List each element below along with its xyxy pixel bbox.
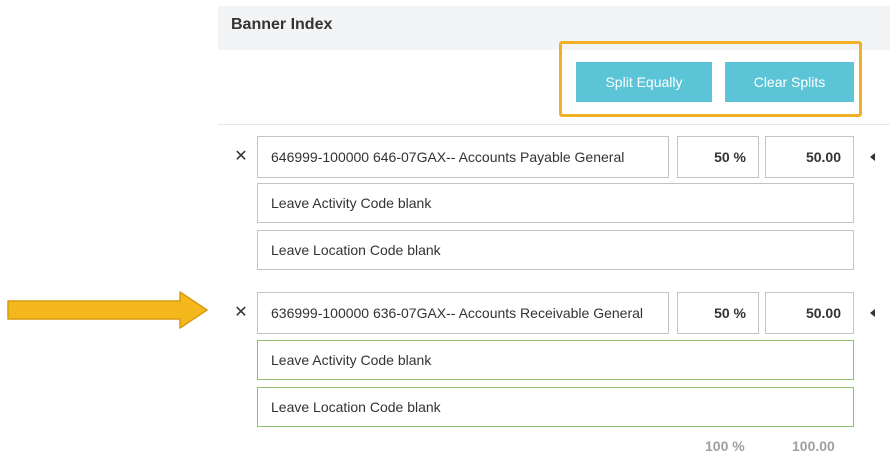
total-amount: 100.00 bbox=[792, 438, 835, 454]
clear-splits-button[interactable]: Clear Splits bbox=[725, 62, 854, 102]
amount-field-2[interactable]: 50.00 bbox=[765, 292, 854, 334]
index-field-1[interactable]: 646999-100000 646-07GAX-- Accounts Payab… bbox=[257, 136, 669, 178]
total-percent: 100 % bbox=[705, 438, 745, 454]
split-equally-button[interactable]: Split Equally bbox=[576, 62, 712, 102]
caret-left-icon[interactable] bbox=[870, 153, 875, 161]
panel-title: Banner Index bbox=[231, 16, 333, 33]
caret-left-icon[interactable] bbox=[870, 309, 875, 317]
index-field-2[interactable]: 636999-100000 636-07GAX-- Accounts Recei… bbox=[257, 292, 669, 334]
remove-row-1-icon[interactable]: ✕ bbox=[233, 147, 249, 167]
activity-code-field-1[interactable]: Leave Activity Code blank bbox=[257, 183, 854, 223]
activity-code-field-2[interactable]: Leave Activity Code blank bbox=[257, 340, 854, 380]
split-allocation-panel: Banner Index Split Equally Clear Splits … bbox=[0, 0, 890, 454]
divider bbox=[218, 124, 890, 125]
callout-arrow-icon bbox=[7, 291, 208, 329]
percent-field-1[interactable]: 50 % bbox=[677, 136, 759, 178]
amount-field-1[interactable]: 50.00 bbox=[765, 136, 854, 178]
location-code-field-1[interactable]: Leave Location Code blank bbox=[257, 230, 854, 270]
remove-row-2-icon[interactable]: ✕ bbox=[233, 303, 249, 323]
location-code-field-2[interactable]: Leave Location Code blank bbox=[257, 387, 854, 427]
percent-field-2[interactable]: 50 % bbox=[677, 292, 759, 334]
